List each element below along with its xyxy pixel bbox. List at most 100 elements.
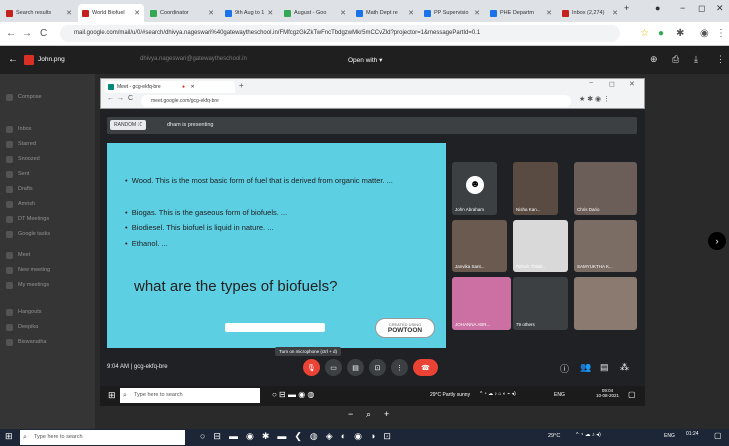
captions-button[interactable]: ▤ [347,359,364,376]
people-icon[interactable]: 👥 [580,362,591,373]
next-attachment-button[interactable]: › [708,232,726,250]
browser-tab[interactable]: PP Supervisio ✕ [420,4,484,22]
taskbar-pinned-apps[interactable]: ○⊟▬◉✱▬❮◍◈◐◉◑⊡ [200,431,399,442]
browser-tab[interactable]: 9th Aug to 1 ✕ [221,4,277,22]
inner-weather[interactable]: 29°C Partly sunny [430,392,470,398]
browser-tab[interactable]: Math Dept re ✕ [352,4,418,22]
back-icon[interactable]: ← [6,28,16,39]
taskbar-search-box[interactable]: ⌕ Type here to search [20,430,185,445]
tab-close-icon[interactable]: ✕ [205,9,214,17]
participant-tile[interactable]: Nisha Kan... [513,162,558,215]
new-tab-icon[interactable]: + [239,81,244,90]
tab-close-icon[interactable]: ✕ [131,9,140,17]
inner-tray-icons[interactable]: ^ ◔ ☁ ♪ ⌂ ◐ ⌁ ◂) [480,391,516,397]
minimize-icon[interactable]: − [680,3,685,13]
profile-icon[interactable]: ● [655,3,660,13]
tab-close-icon[interactable]: ✕ [543,9,552,17]
menu-icon[interactable]: ⋮ [716,28,726,39]
more-button[interactable]: ⋮ [391,359,408,376]
inner-taskbar-apps[interactable]: ○ ⊟ ▬ ◉ ◍ [272,390,314,399]
browser-tab[interactable]: Search results ✕ [2,4,76,22]
zoom-in-icon[interactable]: + [384,409,389,419]
tab-close-icon[interactable]: ✕ [264,9,273,17]
sidebar-item[interactable]: Starred [18,141,36,147]
print-icon[interactable]: ⎙ [672,54,679,65]
tray-icons[interactable]: ^ ◔ ☁ ♪ ◂) [576,432,601,438]
meet-reload-icon[interactable]: C [128,95,133,102]
sidebar-item[interactable]: Amrish [18,201,35,207]
tab-close-icon[interactable]: ✕ [471,9,480,17]
browser-tab[interactable]: August - Goo ✕ [280,4,350,22]
tab-close-icon[interactable]: ✕ [190,84,194,90]
chat-icon[interactable]: ▤ [600,362,609,373]
participant-tile[interactable] [574,277,637,330]
sidebar-item[interactable]: Hangouts [18,309,42,315]
sidebar-item[interactable]: Meet [18,252,30,258]
browser-tab[interactable]: World Biofuel ✕ [78,4,144,22]
sidebar-item[interactable]: My meetings [18,282,49,288]
tab-close-icon[interactable]: ✕ [63,9,72,17]
inner-notification-icon[interactable]: ▢ [628,390,636,399]
present-button[interactable]: ⊡ [369,359,386,376]
participant-tile[interactable]: Chris Dario [574,162,637,215]
sidebar-item[interactable]: Biswanatha [18,339,46,345]
meet-tab[interactable]: Meet - gcg-ekfq-bre ● ✕ [105,81,235,93]
meet-back-icon[interactable]: ← [107,95,114,102]
avatar[interactable]: ◉ [700,28,709,39]
meet-forward-icon[interactable]: → [117,95,124,102]
open-with-button[interactable]: Open with ▾ [342,53,388,67]
sidebar-item[interactable]: Inbox [18,126,31,132]
zoom-search-icon[interactable]: ⌕ [366,409,371,420]
sidebar-item[interactable]: Sent [18,171,29,177]
participant-tile[interactable]: Janvika Sant... [452,220,507,272]
info-icon[interactable]: ⓘ [560,362,569,375]
weather-widget[interactable]: 29°C [548,433,560,439]
browser-tab[interactable]: PHE Departm ✕ [486,4,556,22]
sidebar-item[interactable]: Snoozed [18,156,40,162]
forward-icon[interactable]: → [22,28,32,39]
inner-start-icon[interactable]: ⊞ [108,390,116,401]
participant-tile[interactable]: ☻ John Abraham [452,162,497,215]
random-button[interactable]: RANDOM ⤮ [110,120,146,130]
tab-close-icon[interactable]: ✕ [405,9,414,17]
maximize-icon[interactable]: ◻ [698,3,705,14]
tab-close-icon[interactable]: ✕ [337,9,346,17]
participant-tile[interactable]: SAMYUKTHA K... [574,220,637,272]
sidebar-item[interactable]: Compose [18,94,42,100]
sidebar-item[interactable]: DT Meetings [18,216,49,222]
download-icon[interactable]: ⤓ [694,54,698,65]
new-tab-icon[interactable]: + [624,3,629,13]
meet-maximize-icon[interactable]: ◻ [609,80,615,88]
start-icon[interactable]: ⊞ [5,431,13,442]
participant-tile[interactable]: Rithvik Thilak... [513,220,568,272]
extensions-puzzle-icon[interactable]: ✱ [676,28,684,39]
more-options-icon[interactable]: ⋮ [716,54,725,65]
meet-url[interactable]: meet.google.com/gcg-ekfq-bre [141,95,571,107]
notification-icon[interactable]: ▢ [714,431,722,440]
back-arrow-icon[interactable]: ← [8,54,18,65]
camera-button[interactable]: ▭ [325,359,342,376]
url-field[interactable]: mail.google.com/mail/u/0/#search/dhivya.… [60,25,620,42]
leave-call-button[interactable]: ☎ [413,359,438,376]
sidebar-item[interactable]: New meeting [18,267,50,273]
meet-extensions-icon[interactable]: ★ ✱ ◉ ⋮ [579,95,610,103]
add-to-drive-icon[interactable]: ⊕ [650,54,658,65]
sidebar-item[interactable]: Google tasks [18,231,50,237]
sidebar-item[interactable]: Drafts [18,186,33,192]
mic-button[interactable]: 🎙 [303,359,320,376]
star-icon[interactable]: ☆ [640,28,649,39]
participant-tile[interactable]: JOHANNA ABR... [452,277,511,330]
participant-tile[interactable]: 79 others [513,277,568,330]
meet-close-icon[interactable]: ✕ [629,80,635,88]
tab-close-icon[interactable]: ✕ [609,9,618,17]
sidebar-item[interactable]: Deepika [18,324,38,330]
meet-minimize-icon[interactable]: − [589,80,593,87]
inner-search-box[interactable]: ⌕ Type here to search [120,388,260,403]
reload-icon[interactable]: C [40,28,47,39]
zoom-out-icon[interactable]: − [348,409,353,419]
extension-icon[interactable]: ● [658,28,664,39]
close-icon[interactable]: ✕ [716,3,724,14]
browser-tab[interactable]: Inbox (2,274) ✕ [558,4,622,22]
browser-tab[interactable]: Coordinator ✕ [146,4,218,22]
activities-icon[interactable]: ⁂ [620,362,629,373]
